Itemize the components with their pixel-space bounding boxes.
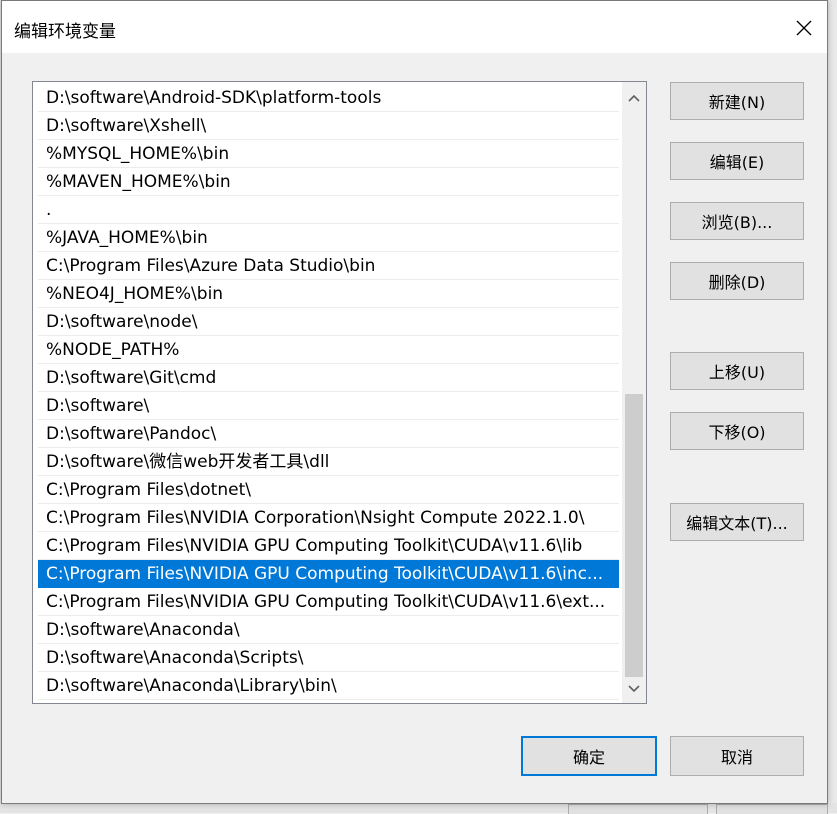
new-button[interactable]: 新建(N) [670,82,804,120]
scroll-down-button[interactable] [622,675,646,703]
scroll-up-button[interactable] [622,84,646,112]
browse-button[interactable]: 浏览(B)... [670,202,804,240]
scroll-thumb[interactable] [625,394,643,677]
list-item[interactable]: C:\Program Files\dotnet\ [38,476,619,504]
move-up-button[interactable]: 上移(U) [670,352,804,390]
list-item[interactable]: D:\software\Pandoc\ [38,420,619,448]
list-item[interactable]: D:\software\node\ [38,308,619,336]
list-item[interactable]: . [38,196,619,224]
chevron-up-icon [628,94,640,102]
close-button[interactable] [787,11,821,45]
list-item[interactable]: D:\software\Anaconda\Library\bin\ [38,672,619,700]
list-item[interactable]: C:\Program Files\NVIDIA GPU Computing To… [38,532,619,560]
list-item[interactable]: D:\software\Anaconda\Scripts\ [38,644,619,672]
list-item[interactable]: %MYSQL_HOME%\bin [38,140,619,168]
path-list-box[interactable]: D:\software\Android-SDK\platform-tools D:… [32,81,647,704]
cancel-button[interactable]: 取消 [670,736,804,776]
list-item[interactable]: C:\Program Files\NVIDIA Corporation\Nsig… [38,504,619,532]
list-item[interactable]: %JAVA_HOME%\bin [38,224,619,252]
list-item[interactable]: D:\software\ [38,392,619,420]
path-list[interactable]: D:\software\Android-SDK\platform-tools D:… [33,84,621,701]
edit-environment-variable-dialog: 编辑环境变量 D:\software\Android-SDK\platform-… [1,0,828,804]
edit-button[interactable]: 编辑(E) [670,142,804,180]
list-item[interactable]: D:\software\微信web开发者工具\dll [38,448,619,476]
move-down-button[interactable]: 下移(O) [670,412,804,450]
list-item[interactable]: %NODE_PATH% [38,336,619,364]
delete-button[interactable]: 删除(D) [670,262,804,300]
list-item[interactable]: %MAVEN_HOME%\bin [38,168,619,196]
list-item[interactable]: C:\Program Files\NVIDIA GPU Computing To… [38,560,619,588]
list-item[interactable]: D:\software\Git\cmd [38,364,619,392]
list-item[interactable]: C:\Program Files\Azure Data Studio\bin [38,252,619,280]
title-bar: 编辑环境变量 [2,1,827,53]
list-item[interactable]: D:\software\Xshell\ [38,112,619,140]
vertical-scrollbar[interactable] [622,82,646,703]
ok-button[interactable]: 确定 [521,736,657,776]
list-item[interactable]: %NEO4J_HOME%\bin [38,280,619,308]
list-item[interactable]: C:\Program Files\NVIDIA GPU Computing To… [38,588,619,616]
list-item[interactable]: D:\software\Anaconda\ [38,616,619,644]
edit-text-button[interactable]: 编辑文本(T)... [670,503,804,541]
list-item[interactable]: D:\software\Android-SDK\platform-tools [38,84,619,112]
close-icon [796,20,812,36]
chevron-down-icon [628,685,640,693]
background-window-edge-bottom [0,803,837,813]
dialog-title: 编辑环境变量 [14,22,116,42]
